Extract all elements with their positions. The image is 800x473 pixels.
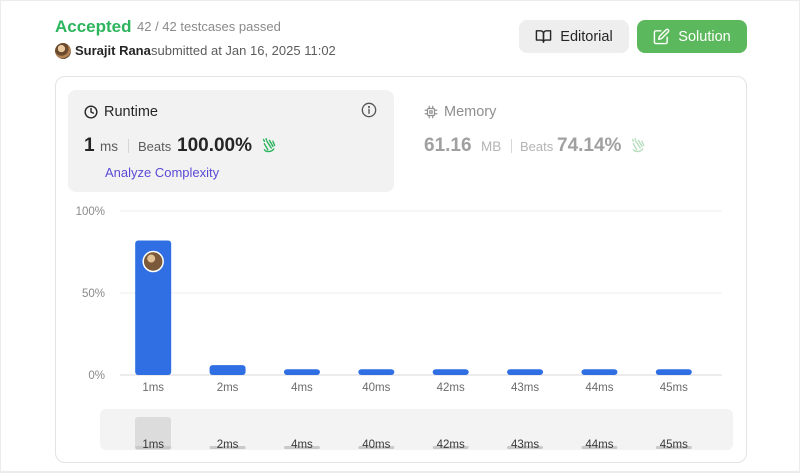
x-tick-label: 44ms [585, 382, 613, 394]
chart-bar[interactable] [358, 369, 395, 375]
navigator-label: 45ms [660, 439, 688, 451]
chart-bar[interactable] [432, 369, 469, 375]
y-tick-label: 50% [82, 288, 105, 300]
chart-bar[interactable] [581, 369, 618, 375]
navigator-label: 44ms [585, 439, 613, 451]
x-tick-label: 42ms [437, 382, 465, 394]
navigator-label: 4ms [291, 439, 313, 451]
x-tick-label: 43ms [511, 382, 539, 394]
x-tick-label: 4ms [291, 382, 313, 394]
navigator-label: 43ms [511, 439, 539, 451]
avatar-marker-highlight [147, 254, 156, 263]
x-tick-label: 40ms [362, 382, 390, 394]
chart-bar[interactable] [655, 369, 692, 375]
runtime-distribution-chart: 100% 50% 0% 1ms 2ms 4ms 40ms 42ms 43ms 44ms 45ms 1m… [76, 206, 733, 451]
chart-navigator[interactable] [100, 409, 733, 450]
navigator-label: 42ms [437, 439, 465, 451]
navigator-label: 40ms [362, 439, 390, 451]
navigator-label: 2ms [217, 439, 239, 451]
x-tick-label: 2ms [217, 382, 239, 394]
chart-bar[interactable] [507, 369, 544, 375]
x-tick-label: 1ms [142, 382, 164, 394]
x-tick-label: 45ms [660, 382, 688, 394]
chart-bar[interactable] [283, 369, 320, 375]
chart-bar[interactable] [209, 365, 246, 375]
y-tick-label: 0% [88, 370, 105, 382]
y-tick-label: 100% [76, 206, 105, 218]
navigator-label: 1ms [142, 439, 164, 451]
